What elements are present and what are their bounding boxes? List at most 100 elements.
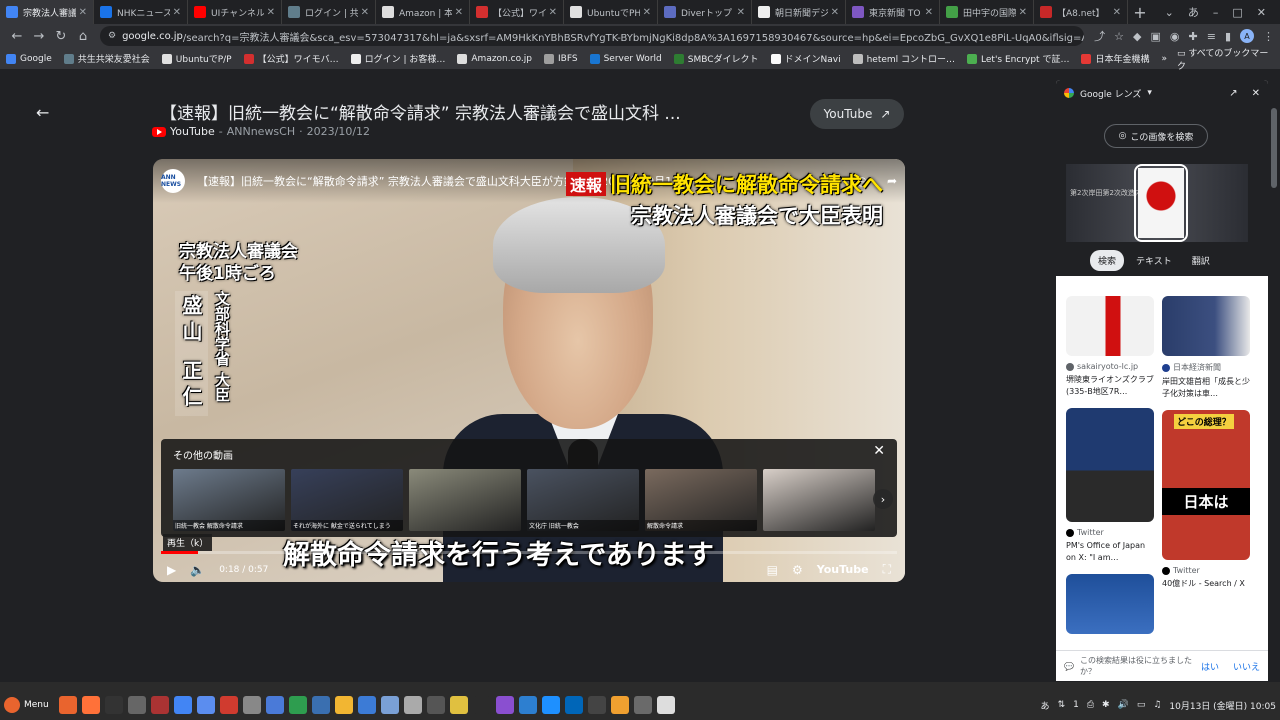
lens-tab[interactable]: 検索 bbox=[1090, 250, 1125, 271]
back-arrow-icon[interactable]: ← bbox=[36, 103, 49, 122]
captions-icon[interactable]: ▤ bbox=[767, 563, 778, 577]
network-icon[interactable]: ⇅ bbox=[1058, 700, 1066, 710]
battery-icon[interactable]: ▭ bbox=[1137, 700, 1146, 710]
close-panel-icon[interactable]: ✕ bbox=[1252, 88, 1260, 99]
bookmark-star-icon[interactable]: ☆ bbox=[1114, 30, 1124, 43]
channel-logo[interactable]: ANN NEWS bbox=[161, 169, 185, 193]
lens-tab[interactable]: テキスト bbox=[1128, 250, 1180, 271]
browser-tab[interactable]: UbuntuでPH ✕ bbox=[564, 0, 658, 24]
tab-close-icon[interactable]: ✕ bbox=[831, 7, 839, 18]
bookmark-item[interactable]: ドメインNavi bbox=[770, 52, 841, 65]
more-video-thumbnail[interactable] bbox=[409, 469, 521, 531]
browser-tab[interactable]: ログイン | 共 ✕ bbox=[282, 0, 376, 24]
scrollbar-thumb[interactable] bbox=[1271, 108, 1277, 188]
tab-close-icon[interactable]: ✕ bbox=[549, 7, 557, 18]
printer-icon[interactable]: ⎙ bbox=[1087, 700, 1094, 710]
start-menu-button[interactable]: Menu bbox=[4, 697, 49, 713]
settings-gear-icon[interactable]: ⚙ bbox=[792, 563, 803, 577]
tab-close-icon[interactable]: ✕ bbox=[455, 7, 463, 18]
more-video-thumbnail[interactable]: 解散命令請求 bbox=[645, 469, 757, 531]
taskbar-app-icon[interactable] bbox=[265, 696, 284, 714]
home-icon[interactable]: ⌂ bbox=[72, 29, 94, 44]
browser-tab[interactable]: UIチャンネル ✕ bbox=[188, 0, 282, 24]
browser-tab[interactable]: 宗教法人審議 ✕ bbox=[0, 0, 94, 24]
clock[interactable]: 10月13日 (金曜日) 10:05 bbox=[1169, 699, 1276, 712]
bookmark-item[interactable]: SMBCダイレクト bbox=[673, 52, 759, 65]
video-title[interactable]: 【速報】旧統一教会に“解散命令請求” 宗教法人審議会で盛山文科 ... bbox=[160, 99, 681, 124]
result-card[interactable] bbox=[1066, 574, 1154, 634]
page-scrollbar[interactable] bbox=[1046, 71, 1054, 682]
taskbar-app-icon[interactable] bbox=[242, 696, 261, 714]
bookmark-item[interactable]: Let's Encrypt で証… bbox=[967, 52, 1069, 65]
volume-icon[interactable]: 🔈 bbox=[190, 563, 205, 577]
taskbar-app-icon[interactable] bbox=[58, 696, 77, 714]
open-youtube-button[interactable]: YouTube ↗ bbox=[810, 99, 904, 129]
extensions-puzzle-icon[interactable]: ✚ bbox=[1189, 30, 1198, 43]
taskbar-app-icon[interactable] bbox=[196, 696, 215, 714]
bookmark-item[interactable]: 共生共栄友愛社会 bbox=[63, 52, 150, 65]
tab-search-chevron-icon[interactable]: ⌄ bbox=[1165, 6, 1174, 19]
taskbar-app-icon[interactable] bbox=[173, 696, 192, 714]
bookmark-item[interactable]: 日本年金機構 bbox=[1081, 52, 1149, 65]
taskbar-app-icon[interactable] bbox=[288, 696, 307, 714]
volume-tray-icon[interactable]: 🔊 bbox=[1118, 700, 1129, 710]
more-video-thumbnail[interactable]: 旧統一教会 解散命令請求 bbox=[173, 469, 285, 531]
browser-tab[interactable]: Diverトップ ✕ bbox=[658, 0, 752, 24]
share-arrow-icon[interactable]: ➦ bbox=[887, 174, 897, 188]
browser-tab[interactable]: 【公式】ワイ ✕ bbox=[470, 0, 564, 24]
all-bookmarks-folder[interactable]: ▭ すべてのブックマーク bbox=[1177, 46, 1274, 72]
taskbar-app-icon[interactable] bbox=[403, 696, 422, 714]
tab-close-icon[interactable]: ✕ bbox=[1019, 7, 1027, 18]
side-panel-icon[interactable]: ▮ bbox=[1225, 30, 1231, 43]
back-icon[interactable]: ← bbox=[6, 29, 28, 44]
close-window-icon[interactable]: ✕ bbox=[1257, 6, 1266, 19]
bookmark-item[interactable]: Google bbox=[6, 53, 52, 64]
taskbar-app-icon[interactable] bbox=[633, 696, 652, 714]
taskbar-app-icon[interactable] bbox=[81, 696, 100, 714]
taskbar-app-icon[interactable] bbox=[311, 696, 330, 714]
taskbar-app-icon[interactable] bbox=[357, 696, 376, 714]
browser-tab[interactable]: Amazon | 本 ✕ bbox=[376, 0, 470, 24]
bookmark-item[interactable]: IBFS bbox=[544, 53, 578, 64]
taskbar-app-icon[interactable] bbox=[127, 696, 146, 714]
taskbar-app-icon[interactable] bbox=[587, 696, 606, 714]
more-video-thumbnail[interactable] bbox=[763, 469, 875, 531]
lens-tab[interactable]: 翻訳 bbox=[1184, 250, 1218, 271]
browser-tab[interactable]: 朝日新聞デジ ✕ bbox=[752, 0, 846, 24]
browser-tab[interactable]: 東京新聞 TO ✕ bbox=[846, 0, 940, 24]
reading-list-icon[interactable]: ≡ bbox=[1207, 30, 1216, 43]
result-card[interactable]: sakairyoto-lc.jp 堺陵東ライオンズクラブ(335-B地区7R… bbox=[1066, 296, 1154, 398]
tab-close-icon[interactable]: ✕ bbox=[925, 7, 933, 18]
search-this-image-button[interactable]: ◎ この画像を検索 bbox=[1104, 124, 1208, 148]
extension-icon[interactable]: ▣ bbox=[1150, 30, 1160, 43]
taskbar-app-icon[interactable] bbox=[426, 696, 445, 714]
feedback-no-button[interactable]: いいえ bbox=[1233, 660, 1260, 673]
more-video-thumbnail[interactable]: 文化庁 旧統一教会 bbox=[527, 469, 639, 531]
open-in-new-tab-icon[interactable]: ↗ bbox=[1229, 88, 1237, 99]
youtube-wordmark[interactable]: YouTube bbox=[817, 563, 869, 576]
tab-close-icon[interactable]: ✕ bbox=[173, 7, 181, 18]
taskbar-app-icon[interactable] bbox=[380, 696, 399, 714]
maximize-icon[interactable]: □ bbox=[1232, 6, 1242, 19]
bookmark-item[interactable]: Amazon.co.jp bbox=[457, 53, 532, 64]
progress-bar[interactable] bbox=[161, 551, 897, 554]
taskbar-app-icon[interactable] bbox=[334, 696, 353, 714]
menu-kebab-icon[interactable]: ⋮ bbox=[1263, 30, 1274, 43]
bluetooth-icon[interactable]: ✱ bbox=[1102, 700, 1110, 710]
result-card[interactable]: Twitter PM's Office of Japan on X: "I am… bbox=[1066, 408, 1154, 564]
tab-close-icon[interactable]: ✕ bbox=[1113, 7, 1121, 18]
taskbar-app-icon[interactable] bbox=[150, 696, 169, 714]
extension-icon[interactable]: ◆ bbox=[1133, 30, 1141, 43]
result-card[interactable]: 日本経済新聞 岸田文雄首相「成長と少子化対策は車… bbox=[1162, 296, 1250, 400]
taskbar-app-icon[interactable] bbox=[656, 696, 675, 714]
more-bookmarks-chevron[interactable]: » bbox=[1161, 54, 1167, 64]
tab-close-icon[interactable]: ✕ bbox=[79, 7, 87, 18]
taskbar-app-icon[interactable] bbox=[104, 696, 123, 714]
tab-close-icon[interactable]: ✕ bbox=[737, 7, 745, 18]
taskbar-app-icon[interactable] bbox=[564, 696, 583, 714]
result-card[interactable]: どこの総理？ 日本は Twitter 40億ドル - Search / X bbox=[1162, 410, 1250, 590]
tab-close-icon[interactable]: ✕ bbox=[361, 7, 369, 18]
feedback-yes-button[interactable]: はい bbox=[1201, 660, 1219, 673]
forward-icon[interactable]: → bbox=[28, 29, 50, 44]
taskbar-app-icon[interactable] bbox=[219, 696, 238, 714]
